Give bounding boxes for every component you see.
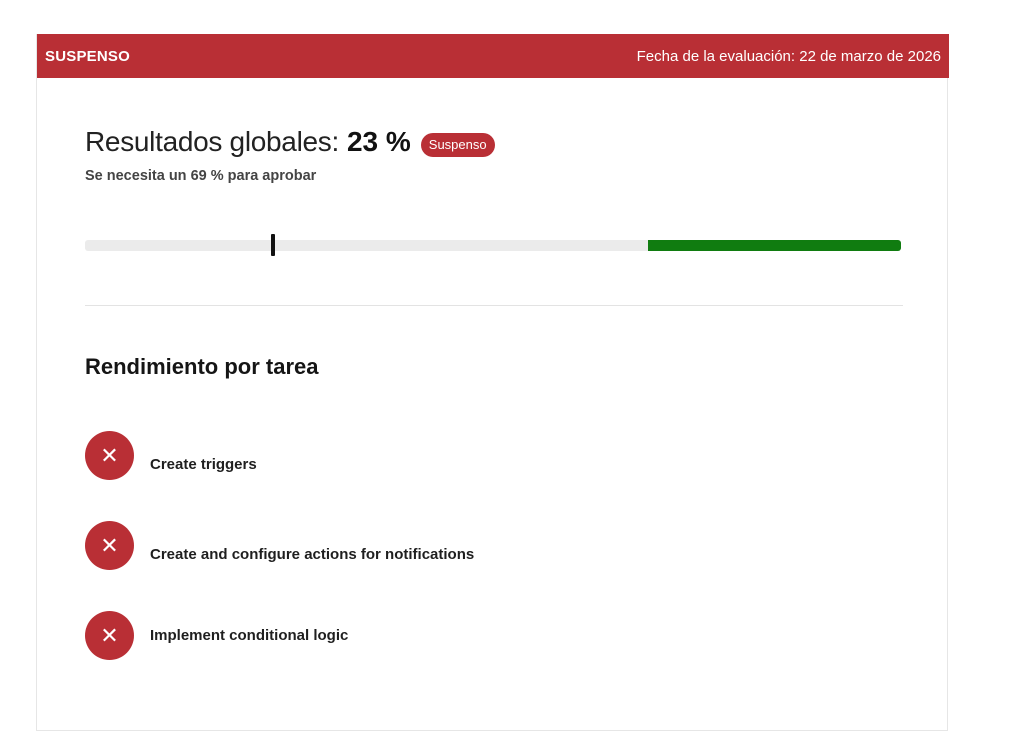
task-item: ✕ Create and configure actions for notif… xyxy=(85,521,474,570)
close-icon: ✕ xyxy=(85,431,134,480)
pass-zone xyxy=(648,240,901,251)
section-title: Rendimiento por tarea xyxy=(85,354,319,379)
score-label: Resultados globales: xyxy=(85,126,339,157)
task-label: Create and configure actions for notific… xyxy=(150,546,475,563)
evaluation-date: Fecha de la evaluación: 22 de marzo de 2… xyxy=(636,47,941,65)
status-badge: Suspenso xyxy=(420,133,495,157)
score-value: 23 % xyxy=(346,126,411,157)
status-banner: SUSPENSO Fecha de la evaluación: 22 de m… xyxy=(37,34,949,78)
task-label: Implement conditional logic xyxy=(150,627,349,644)
task-item: ✕ Implement conditional logic xyxy=(85,611,348,660)
close-icon: ✕ xyxy=(85,611,134,660)
banner-status: SUSPENSO xyxy=(45,47,130,65)
task-item: ✕ Create triggers xyxy=(85,431,257,480)
close-icon: ✕ xyxy=(85,521,134,570)
results-card: SUSPENSO Fecha de la evaluación: 22 de m… xyxy=(36,34,949,731)
pass-requirement: Se necesita un 69 % para aprobar xyxy=(85,168,317,184)
divider xyxy=(85,305,903,306)
task-label: Create triggers xyxy=(150,456,257,473)
score-marker xyxy=(270,234,275,256)
score-progress-bar xyxy=(85,234,901,256)
overall-score: Resultados globales: 23 % Suspenso xyxy=(85,126,495,158)
